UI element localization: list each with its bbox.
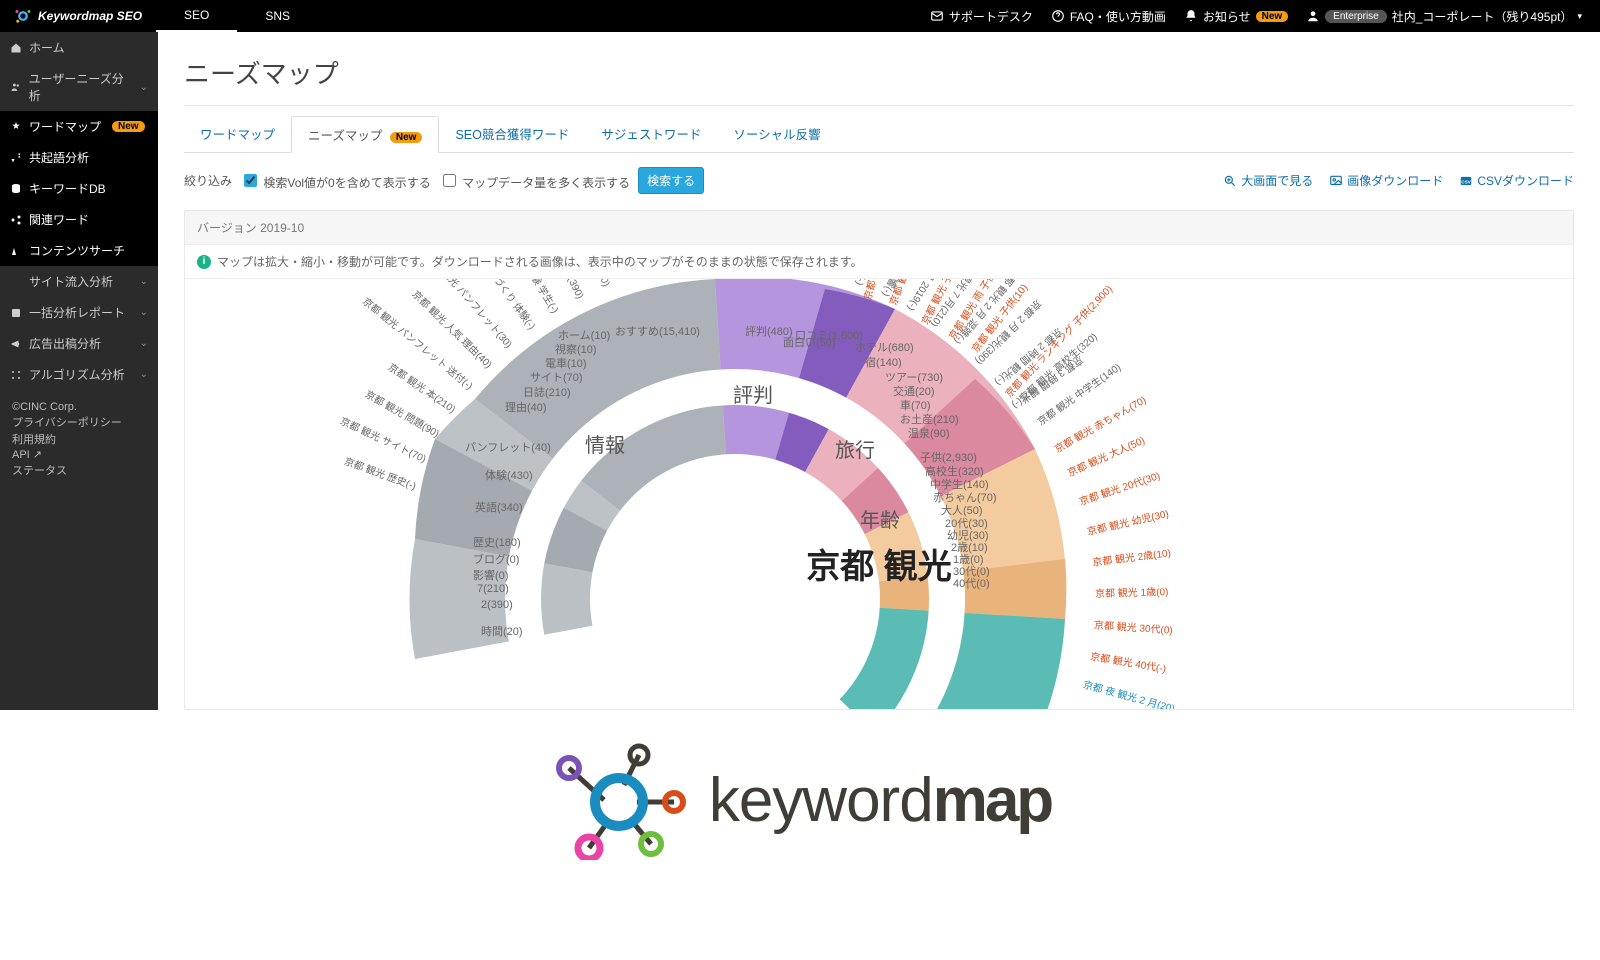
sidebar-inflow[interactable]: サイト流入分析⌄ (0, 266, 158, 297)
account-menu[interactable]: Enterprise 社内_コーポレート（残り495pt） ▾ (1306, 8, 1582, 25)
subtab-suggest[interactable]: サジェストワード (585, 116, 717, 153)
chart-node: 温泉(90) (908, 425, 950, 441)
chevron-down-icon: ⌄ (140, 307, 148, 318)
cat-travel: 旅行 (835, 434, 875, 463)
csv-download-link[interactable]: CSV CSVダウンロード (1459, 172, 1574, 189)
chart-node: 40代(0) (953, 575, 990, 591)
help-icon (1051, 9, 1065, 23)
plan-badge: Enterprise (1325, 10, 1387, 23)
sidebar-kwdb[interactable]: キーワードDB (0, 173, 158, 204)
chart-center-keyword: 京都 観光 (806, 539, 951, 588)
faq-link[interactable]: FAQ・使い方動画 (1051, 8, 1166, 25)
bell-icon (1184, 9, 1198, 23)
top-tab-sns[interactable]: SNS (237, 0, 318, 32)
footer-corp: ©CINC Corp. (12, 401, 146, 413)
external-icon: ↗ (33, 449, 42, 461)
chart-node: ホーム(10) (558, 327, 610, 343)
chart-node: サイト(70) (530, 369, 583, 385)
wordmap-new-badge: New (112, 121, 145, 132)
chevron-down-icon: ▾ (1577, 11, 1582, 22)
csv-icon: CSV (1459, 174, 1473, 188)
chart-node: 視察(10) (555, 341, 597, 357)
chart-node: 影響(0) (473, 567, 508, 583)
footer-privacy[interactable]: プライバシーポリシー (12, 414, 146, 430)
subtab-social[interactable]: ソーシャル反響 (717, 116, 836, 153)
chart-node: 7(210) (477, 583, 509, 595)
image-download-link[interactable]: 画像ダウンロード (1329, 172, 1443, 189)
subtab-needsmap[interactable]: ニーズマップ New (291, 116, 439, 153)
top-tab-seo[interactable]: SEO (156, 0, 237, 32)
needs-new-badge: New (390, 132, 423, 143)
filter-checkbox-more[interactable]: マップデータ量を多く表示する (439, 171, 630, 191)
chevron-down-icon: ⌄ (140, 338, 148, 349)
user-icon (1306, 9, 1320, 23)
chart-node: 体験(430) (485, 467, 533, 483)
subtab-compete[interactable]: SEO競合獲得ワード (439, 116, 585, 153)
chart-node: パンフレット(40) (465, 439, 551, 455)
image-icon (1329, 174, 1343, 188)
chart-node: 英語(340) (475, 499, 523, 515)
chart-node: 理由(40) (505, 399, 547, 415)
info-icon: i (197, 255, 211, 269)
filter-label: 絞り込み (184, 172, 232, 189)
sidebar-related[interactable]: 関連ワード (0, 204, 158, 235)
panel-version: バージョン 2019-10 (185, 211, 1573, 245)
sidebar-algo[interactable]: アルゴリズム分析⌄ (0, 359, 158, 390)
chart-node: 口コミ(1,600) (795, 327, 863, 343)
notice-link[interactable]: お知らせ New (1184, 8, 1288, 25)
chart-node: 宿(140) (865, 354, 902, 370)
footer-status[interactable]: ステータス (12, 462, 146, 478)
cat-age: 年齢 (860, 504, 900, 533)
chevron-down-icon: ⌄ (140, 276, 148, 287)
notice-new-badge: New (1256, 11, 1289, 22)
chevron-down-icon: ⌄ (140, 369, 148, 380)
support-link[interactable]: サポートデスク (930, 8, 1033, 25)
brand-logo: Keywordmap SEO (0, 7, 156, 25)
chart-node: ブログ(0) (473, 551, 519, 567)
sidebar-home[interactable]: ホーム (0, 32, 158, 63)
footer-terms[interactable]: 利用規約 (12, 431, 146, 447)
sidebar-wordmap[interactable]: ワードマップ New (0, 111, 158, 142)
sidebar-content-search[interactable]: コンテンツサーチ (0, 235, 158, 266)
filter-checkbox-vol0[interactable]: 検索Vol値が0を含めて表示する (240, 171, 431, 191)
subtab-wordmap[interactable]: ワードマップ (184, 116, 291, 153)
sidebar-ads[interactable]: 広告出稿分析⌄ (0, 328, 158, 359)
chart-node: 日誌(210) (523, 384, 571, 400)
chart-node: 歴史(180) (473, 534, 521, 550)
footer-api[interactable]: API ↗ (12, 448, 146, 461)
cat-info: 情報 (585, 429, 625, 458)
chart-node: 電車(10) (545, 355, 587, 371)
sidebar-batch[interactable]: 一括分析レポート⌄ (0, 297, 158, 328)
chart-node: 2(390) (481, 599, 513, 611)
sidebar-cooccur[interactable]: 共起語分析 (0, 142, 158, 173)
fullscreen-link[interactable]: 大画面で見る (1223, 172, 1313, 189)
search-button[interactable]: 検索する (638, 167, 704, 194)
svg-text:CSV: CSV (1462, 179, 1472, 184)
zoom-icon (1223, 174, 1237, 188)
needs-map-chart[interactable]: 京都 観光 情報 評判 旅行 年齢 おすすめ(15,410) 評判(480) 面… (185, 279, 1573, 709)
sidebar-user-needs[interactable]: ユーザーニーズ分析⌄ (0, 63, 158, 111)
chart-node: 時間(20) (481, 623, 523, 639)
bottom-logo: keywordmap (0, 740, 1600, 860)
chart-node: おすすめ(15,410) (615, 323, 700, 339)
mail-icon (930, 9, 944, 23)
account-label: 社内_コーポレート（残り495pt） (1392, 8, 1573, 25)
cat-review: 評判 (733, 379, 773, 408)
page-title: ニーズマップ (184, 54, 1574, 91)
chart-node: ホテル(680) (855, 339, 914, 355)
panel-info: i マップは拡大・縮小・移動が可能です。ダウンロードされる画像は、表示中のマップ… (185, 245, 1573, 279)
chart-outer-label: 京都 観光 1歳(0) (1095, 583, 1169, 600)
chevron-down-icon: ⌄ (140, 82, 148, 93)
